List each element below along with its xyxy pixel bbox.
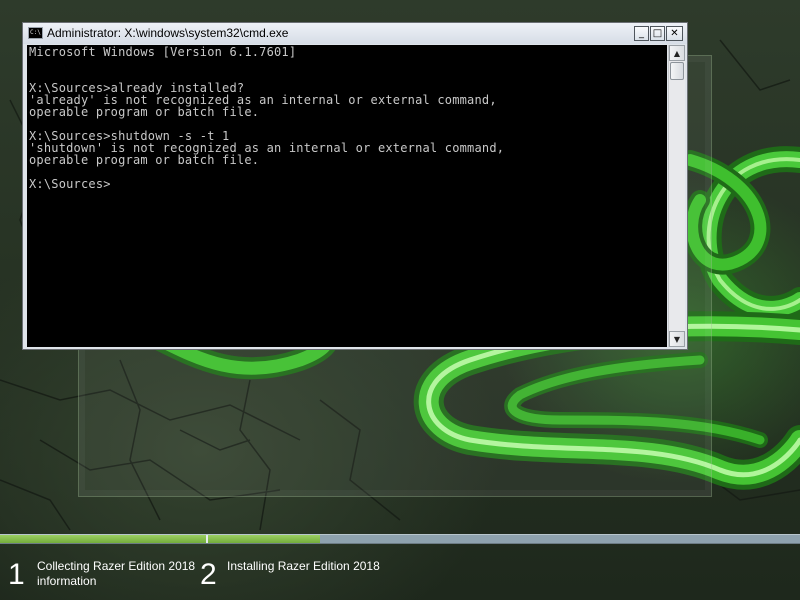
- close-button[interactable]: ✕: [666, 26, 683, 41]
- scroll-down-icon[interactable]: ▼: [669, 331, 685, 347]
- minimize-button[interactable]: _: [634, 26, 649, 41]
- cmd-window: C:\ Administrator: X:\windows\system32\c…: [22, 22, 688, 350]
- progress-step2-fill: [208, 535, 320, 543]
- window-title: Administrator: X:\windows\system32\cmd.e…: [47, 26, 289, 40]
- console-text: Microsoft Windows [Version 6.1.7601] X:\S…: [29, 46, 504, 190]
- vertical-scrollbar[interactable]: ▲ ▼: [668, 45, 685, 347]
- step-1-label: Collecting Razer Edition 2018 informatio…: [37, 559, 196, 588]
- title-bar[interactable]: C:\ Administrator: X:\windows\system32\c…: [23, 23, 687, 44]
- console-line: operable program or batch file.: [29, 105, 260, 119]
- console-line: operable program or batch file.: [29, 153, 260, 167]
- setup-progress-bar: [0, 534, 800, 544]
- scroll-up-icon[interactable]: ▲: [669, 45, 685, 61]
- console-line: Microsoft Windows [Version 6.1.7601]: [29, 45, 297, 59]
- step-1-number: 1: [8, 558, 25, 591]
- console-output[interactable]: Microsoft Windows [Version 6.1.7601] X:\S…: [27, 45, 667, 347]
- step-2-label: Installing Razer Edition 2018: [227, 559, 380, 573]
- maximize-button[interactable]: □: [650, 26, 665, 41]
- scroll-thumb[interactable]: [670, 62, 684, 80]
- cmd-icon[interactable]: C:\: [28, 27, 43, 39]
- step-2-number: 2: [200, 558, 217, 591]
- progress-step1-fill: [0, 535, 206, 543]
- console-line: X:\Sources>: [29, 177, 111, 191]
